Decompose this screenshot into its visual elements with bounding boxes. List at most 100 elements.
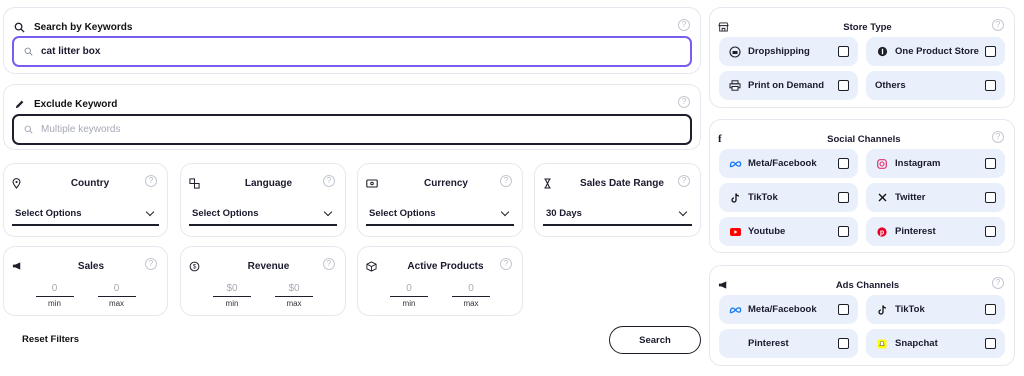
help-icon[interactable]: ? xyxy=(678,96,690,108)
checkbox[interactable] xyxy=(985,80,996,91)
revenue-min-field[interactable]: $0 min xyxy=(213,283,251,308)
location-pin-icon xyxy=(12,177,21,189)
svg-text:p: p xyxy=(880,229,884,236)
help-icon[interactable]: ? xyxy=(323,258,335,270)
revenue-max-field[interactable]: $0 max xyxy=(275,283,313,308)
store-type-option-print-on-demand[interactable]: Print on Demand xyxy=(719,71,858,100)
search-keywords-header: Search by Keywords xyxy=(14,22,132,33)
social-option-pinterest[interactable]: p Pinterest xyxy=(866,217,1005,246)
social-option-meta[interactable]: Meta/Facebook xyxy=(719,149,858,178)
store-type-option-dropshipping[interactable]: Dropshipping xyxy=(719,37,858,66)
dollar-coin-icon: $ xyxy=(189,261,200,272)
social-channels-title: Social Channels xyxy=(827,133,901,145)
exclude-keyword-card: Exclude Keyword ? Multiple keywords xyxy=(3,84,701,150)
help-icon[interactable]: ? xyxy=(992,131,1004,143)
checkbox[interactable] xyxy=(985,338,996,349)
social-option-tiktok[interactable]: TikTok xyxy=(719,183,858,212)
keyword-search-input[interactable]: cat litter box xyxy=(12,36,692,67)
checkbox[interactable] xyxy=(985,158,996,169)
ads-option-tiktok[interactable]: TikTok xyxy=(866,295,1005,324)
social-option-twitter[interactable]: Twitter xyxy=(866,183,1005,212)
help-icon[interactable]: ? xyxy=(678,19,690,31)
store-type-option-others[interactable]: Others xyxy=(866,71,1005,100)
checkbox[interactable] xyxy=(838,46,849,57)
social-option-instagram[interactable]: Instagram xyxy=(866,149,1005,178)
help-icon[interactable]: ? xyxy=(992,19,1004,31)
active-products-min-field[interactable]: 0 min xyxy=(390,283,428,308)
storefront-icon xyxy=(718,22,729,32)
language-select-value: Select Options xyxy=(192,208,259,219)
help-icon[interactable]: ? xyxy=(500,175,512,187)
language-filter: Language ? Select Options xyxy=(180,163,346,237)
checkbox[interactable] xyxy=(838,226,849,237)
chevron-down-icon xyxy=(145,207,155,216)
sales-date-range-filter: Sales Date Range ? 30 Days xyxy=(534,163,701,237)
country-title: Country xyxy=(70,177,110,189)
help-icon[interactable]: ? xyxy=(323,175,335,187)
store-type-card: Store Type ? Dropshipping One Product St… xyxy=(709,7,1015,108)
checkbox[interactable] xyxy=(838,158,849,169)
search-button[interactable]: Search xyxy=(609,326,701,354)
currency-select[interactable]: Select Options xyxy=(366,206,514,226)
search-keywords-title: Search by Keywords xyxy=(34,22,133,33)
youtube-icon xyxy=(728,227,742,236)
hourglass-icon xyxy=(543,177,552,189)
checkbox[interactable] xyxy=(985,226,996,237)
exclude-keyword-placeholder: Multiple keywords xyxy=(41,124,121,135)
printer-icon xyxy=(728,80,742,91)
help-icon[interactable]: ? xyxy=(500,258,512,270)
help-icon[interactable]: ? xyxy=(145,258,157,270)
checkbox[interactable] xyxy=(838,192,849,203)
banknote-icon xyxy=(366,178,378,188)
pencil-icon xyxy=(14,99,25,110)
checkbox[interactable] xyxy=(985,192,996,203)
snapchat-icon xyxy=(875,339,889,349)
sales-date-range-select[interactable]: 30 Days xyxy=(543,206,692,226)
checkbox[interactable] xyxy=(838,338,849,349)
language-select[interactable]: Select Options xyxy=(189,206,337,226)
exclude-keyword-input[interactable]: Multiple keywords xyxy=(12,114,692,145)
active-products-filter: Active Products ? 0 min 0 max xyxy=(357,246,523,316)
currency-filter: Currency ? Select Options xyxy=(357,163,523,237)
reset-filters-button[interactable]: Reset Filters xyxy=(22,334,79,345)
store-type-option-one-product[interactable]: One Product Store xyxy=(866,37,1005,66)
help-icon[interactable]: ? xyxy=(992,277,1004,289)
keyword-search-value: cat litter box xyxy=(41,46,101,57)
country-select[interactable]: Select Options xyxy=(12,206,159,226)
single-product-icon xyxy=(875,46,889,57)
search-icon xyxy=(24,47,33,56)
currency-select-value: Select Options xyxy=(369,208,436,219)
sales-max-field[interactable]: 0 max xyxy=(97,283,136,308)
sales-min-field[interactable]: 0 min xyxy=(35,283,74,308)
revenue-filter: $ Revenue ? $0 min $0 max xyxy=(180,246,346,316)
shipping-icon xyxy=(728,45,742,58)
search-icon xyxy=(14,22,25,33)
sales-date-range-value: 30 Days xyxy=(546,208,582,219)
ads-channels-title: Ads Channels xyxy=(835,279,900,291)
chevron-down-icon xyxy=(678,207,688,216)
currency-title: Currency xyxy=(424,177,468,189)
ads-channels-card: Ads Channels ? Meta/Facebook TikTok Pint… xyxy=(709,265,1015,366)
chevron-down-icon xyxy=(323,207,333,216)
x-icon xyxy=(875,193,889,202)
checkbox[interactable] xyxy=(838,304,849,315)
social-channels-card: f Social Channels ? Meta/Facebook Instag… xyxy=(709,119,1015,253)
language-title: Language xyxy=(244,177,293,189)
translate-icon xyxy=(189,177,200,189)
checkbox[interactable] xyxy=(985,46,996,57)
revenue-title: Revenue xyxy=(247,260,290,272)
ads-option-pinterest[interactable]: Pinterest xyxy=(719,329,858,358)
search-icon xyxy=(24,125,33,134)
checkbox[interactable] xyxy=(838,80,849,91)
sales-title: Sales xyxy=(77,260,105,272)
pinterest-icon: p xyxy=(875,226,889,237)
active-products-max-field[interactable]: 0 max xyxy=(452,283,490,308)
help-icon[interactable]: ? xyxy=(678,175,690,187)
help-icon[interactable]: ? xyxy=(145,175,157,187)
country-filter: Country ? Select Options xyxy=(3,163,168,237)
social-option-youtube[interactable]: Youtube xyxy=(719,217,858,246)
ads-option-snapchat[interactable]: Snapchat xyxy=(866,329,1005,358)
ads-option-meta[interactable]: Meta/Facebook xyxy=(719,295,858,324)
checkbox[interactable] xyxy=(985,304,996,315)
active-products-title: Active Products xyxy=(407,260,484,272)
